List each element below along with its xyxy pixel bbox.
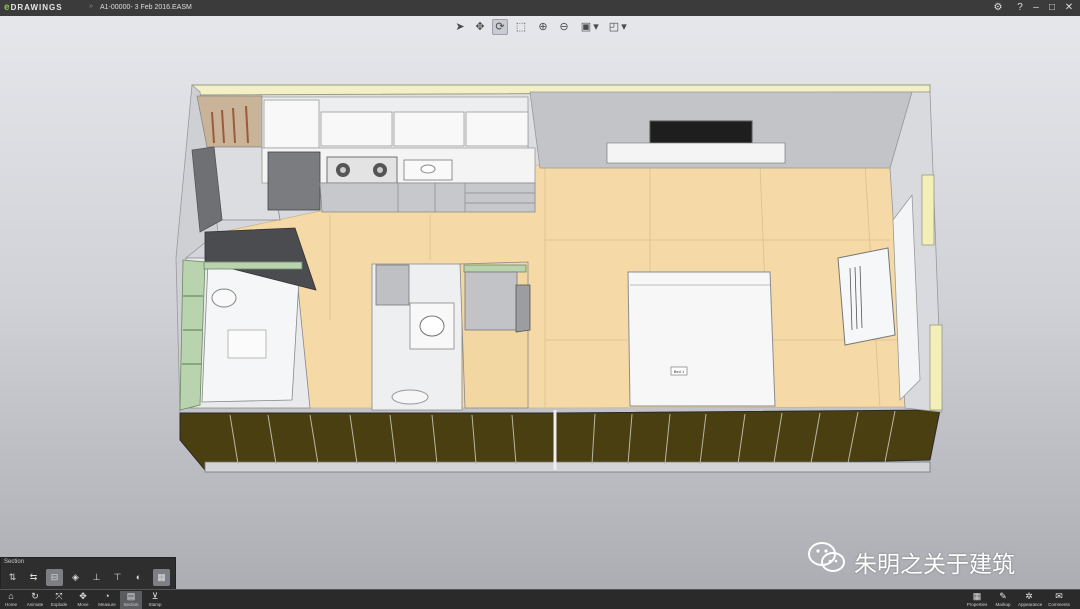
bath-tub [227, 329, 267, 359]
model-viewport[interactable]: Bed 1 [0, 0, 1080, 608]
move-icon: ✥ [79, 591, 87, 601]
stamp-button[interactable]: ⊻ Stamp [144, 591, 166, 609]
explode-label: Explode [50, 602, 68, 607]
properties-button[interactable]: ▦ Properties [966, 591, 988, 609]
bathroom-top-wall [203, 261, 303, 270]
properties-icon: ▦ [972, 591, 982, 601]
section-tool-4-icon[interactable]: ◈ [67, 569, 84, 586]
section-tool-5-icon[interactable]: ⊥ [88, 569, 105, 586]
wardrobe-top-wall [463, 264, 527, 273]
comments-button[interactable]: ✉ Comments [1048, 591, 1070, 609]
home-label: Home [4, 602, 17, 607]
home-button[interactable]: ⌂ Home [0, 591, 22, 609]
section-tool-6-icon[interactable]: ⊤ [109, 569, 126, 586]
wardrobe-door [515, 284, 531, 333]
bed [627, 271, 776, 407]
vanity-basin [419, 315, 445, 337]
markup-icon: ✎ [999, 591, 1007, 601]
explode-icon: ⤧ [55, 591, 63, 601]
lower-cabinets [319, 182, 536, 213]
stamp-icon: ⊻ [151, 591, 159, 601]
cooktop [326, 156, 398, 184]
home-icon: ⌂ [8, 591, 14, 601]
stamp-label: Stamp [148, 602, 162, 607]
animate-icon: ↻ [31, 591, 39, 601]
measure-icon: ◔ [104, 591, 110, 601]
wechat-icon [808, 542, 845, 572]
section-tool-7-icon[interactable]: ◐ [130, 569, 147, 586]
vanity-wall-panel [375, 264, 410, 306]
front-wall-left [179, 412, 556, 471]
comments-label: Comments [1048, 602, 1070, 607]
section-tool-8-icon[interactable]: ▦ [153, 569, 170, 586]
comments-icon: ✉ [1055, 591, 1063, 601]
properties-label: Properties [966, 602, 988, 607]
watermark-text: 朱明之关于建筑 [854, 551, 1015, 577]
section-tool-2-icon[interactable]: ⇆ [25, 569, 42, 586]
section-tool-1-icon[interactable]: ⇅ [4, 569, 21, 586]
refrigerator [267, 151, 321, 211]
section-button[interactable]: ▤ Section [120, 591, 142, 609]
base-beam [204, 461, 931, 473]
closet-shelves [196, 95, 263, 148]
bed-tag: Bed 1 [674, 369, 685, 374]
measure-button[interactable]: ◔ Measure [96, 591, 118, 609]
animate-button[interactable]: ↻ Animate [24, 591, 46, 609]
section-icon: ▤ [126, 591, 136, 601]
move-button[interactable]: ✥ Move [72, 591, 94, 609]
appearance-icon: ✲ [1025, 591, 1033, 601]
markup-label: Markup [995, 602, 1011, 607]
tv-console [606, 142, 786, 164]
animate-label: Animate [26, 602, 44, 607]
section-panel-title: Section [4, 559, 25, 565]
air-conditioner [837, 247, 896, 346]
sink-basin [420, 164, 436, 174]
toilet [211, 288, 237, 308]
front-wall-right [554, 409, 941, 469]
move-label: Move [77, 602, 89, 607]
section-panel: Section ⇅ ⇆ ⊟ ◈ ⊥ ⊤ ◐ ▦ [0, 557, 176, 591]
appearance-label: Appearance [1018, 602, 1043, 607]
end-wall-trim [921, 174, 935, 246]
bottom-toolbar: ⌂ Home ↻ Animate ⤧ Explode ✥ Move ◔ Measure ▤… [0, 589, 1080, 609]
measure-label: Measure [98, 602, 116, 607]
appearance-button[interactable]: ✲ Appearance [1018, 591, 1043, 609]
wall-tv [649, 120, 753, 145]
end-wall-trim-lower [929, 324, 943, 411]
wardrobe-cabinet [464, 271, 518, 331]
markup-button[interactable]: ✎ Markup [992, 591, 1014, 609]
section-tool-3-icon[interactable]: ⊟ [46, 569, 63, 586]
explode-button[interactable]: ⤧ Explode [48, 591, 70, 609]
washroom-toilet [391, 389, 429, 405]
section-label: Section [123, 602, 139, 607]
